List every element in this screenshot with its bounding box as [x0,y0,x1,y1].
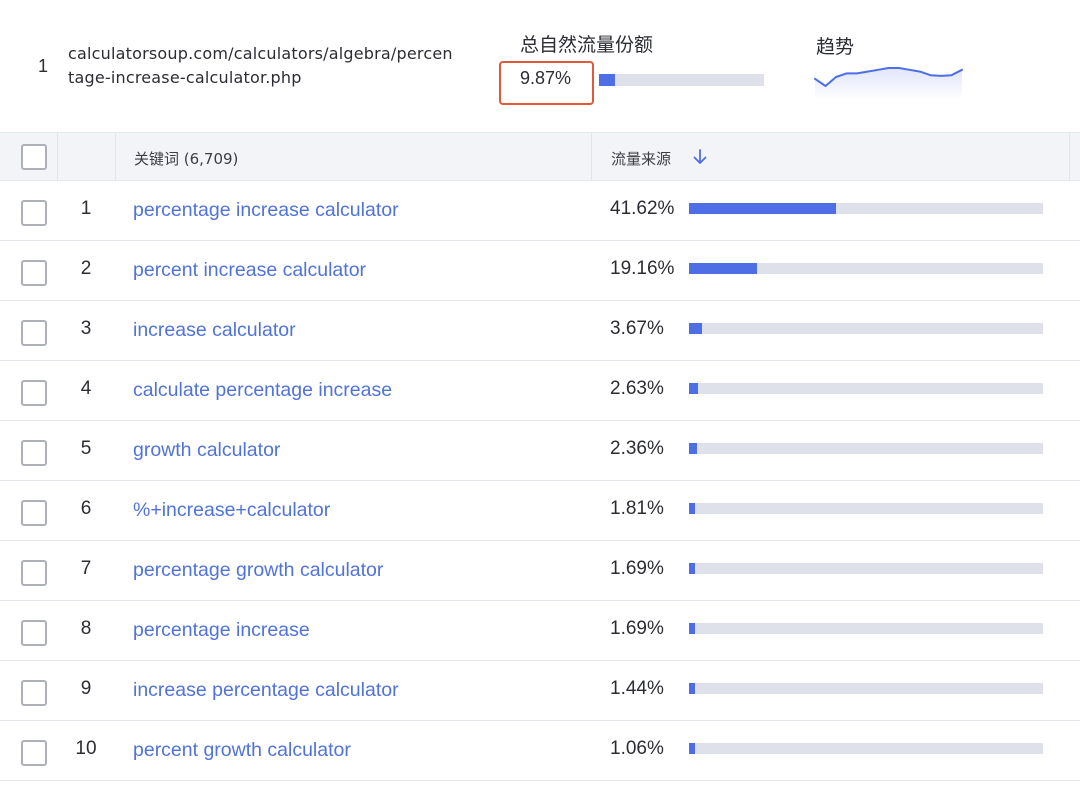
traffic-bar-fill [689,263,757,274]
table-row: 4 calculate percentage increase 2.63% [0,361,1080,421]
header-divider [57,133,58,180]
traffic-bar [689,623,1043,634]
row-checkbox[interactable] [21,260,47,286]
summary-row: 1 calculatorsoup.com/calculators/algebra… [0,0,1080,132]
row-rank: 5 [80,438,92,459]
header-divider [115,133,116,180]
row-checkbox[interactable] [21,680,47,706]
traffic-bar-fill [689,203,836,214]
keyword-link[interactable]: percentage growth calculator [133,559,383,582]
traffic-bar-fill [689,563,695,574]
table-row: 2 percent increase calculator 19.16% [0,241,1080,301]
traffic-percent: 1.81% [610,498,664,519]
traffic-percent: 41.62% [610,198,675,219]
header-divider [591,133,592,180]
traffic-percent: 1.69% [610,558,664,579]
row-checkbox[interactable] [21,560,47,586]
header-divider [1069,133,1070,180]
traffic-bar [689,263,1043,274]
keyword-link[interactable]: increase percentage calculator [133,679,399,702]
table-row: 7 percentage growth calculator 1.69% [0,541,1080,601]
traffic-bar-fill [689,383,698,394]
row-rank: 6 [80,498,92,519]
table-row: 5 growth calculator 2.36% [0,421,1080,481]
keyword-column-header[interactable]: 关键词 (6,709) [134,148,238,169]
row-checkbox[interactable] [21,440,47,466]
trend-sparkline-area [815,68,962,100]
table-row: 10 percent growth calculator 1.06% [0,721,1080,781]
row-checkbox[interactable] [21,380,47,406]
traffic-bar [689,503,1043,514]
traffic-source-column-header[interactable]: 流量来源 [611,148,671,169]
table-row: 3 increase calculator 3.67% [0,301,1080,361]
traffic-share-label: 总自然流量份额 [520,34,654,56]
traffic-bar-fill [689,743,695,754]
traffic-bar [689,323,1043,334]
table-body: 1 percentage increase calculator 41.62% … [0,181,1080,781]
keyword-link[interactable]: %+increase+calculator [133,499,330,522]
row-checkbox[interactable] [21,620,47,646]
traffic-bar-fill [689,323,702,334]
keyword-link[interactable]: growth calculator [133,439,280,462]
traffic-bar [689,683,1043,694]
keyword-link[interactable]: calculate percentage increase [133,379,392,402]
traffic-percent: 3.67% [610,318,664,339]
table-header: 关键词 (6,709) 流量来源 [0,132,1080,181]
table-row: 9 increase percentage calculator 1.44% [0,661,1080,721]
table-row: 6 %+increase+calculator 1.81% [0,481,1080,541]
select-all-checkbox[interactable] [21,144,47,170]
traffic-bar-fill [689,503,695,514]
traffic-bar [689,443,1043,454]
traffic-bar-fill [689,623,695,634]
keyword-link[interactable]: percent increase calculator [133,259,366,282]
traffic-share-bar-fill [599,74,615,86]
traffic-bar [689,203,1043,214]
traffic-bar-fill [689,683,695,694]
row-rank: 3 [80,318,92,339]
traffic-percent: 19.16% [610,258,675,279]
traffic-percent: 1.06% [610,738,664,759]
summary-rank: 1 [38,56,49,76]
row-checkbox[interactable] [21,320,47,346]
table-row: 1 percentage increase calculator 41.62% [0,181,1080,241]
row-rank: 9 [80,678,92,699]
traffic-percent: 2.63% [610,378,664,399]
traffic-percent: 2.36% [610,438,664,459]
row-rank: 7 [80,558,92,579]
keyword-link[interactable]: increase calculator [133,319,296,342]
traffic-share-value: 9.87% [520,68,572,88]
keyword-link[interactable]: percentage increase [133,619,310,642]
keywords-table: 关键词 (6,709) 流量来源 1 percentage increase c… [0,132,1080,781]
traffic-bar [689,743,1043,754]
traffic-percent: 1.44% [610,678,664,699]
table-row: 8 percentage increase 1.69% [0,601,1080,661]
keyword-link[interactable]: percent growth calculator [133,739,351,762]
row-checkbox[interactable] [21,200,47,226]
page-url[interactable]: calculatorsoup.com/calculators/algebra/p… [68,42,458,90]
traffic-share-bar [599,74,764,86]
traffic-percent: 1.69% [610,618,664,639]
keyword-link[interactable]: percentage increase calculator [133,199,399,222]
row-checkbox[interactable] [21,740,47,766]
traffic-bar [689,563,1043,574]
row-rank: 1 [80,198,92,219]
arrow-down-icon[interactable] [692,148,708,166]
row-rank: 2 [80,258,92,279]
trend-sparkline [814,67,963,100]
row-checkbox[interactable] [21,500,47,526]
traffic-bar [689,383,1043,394]
row-rank: 10 [75,738,97,759]
trend-label: 趋势 [816,36,855,58]
traffic-bar-fill [689,443,697,454]
row-rank: 8 [80,618,92,639]
row-rank: 4 [80,378,92,399]
